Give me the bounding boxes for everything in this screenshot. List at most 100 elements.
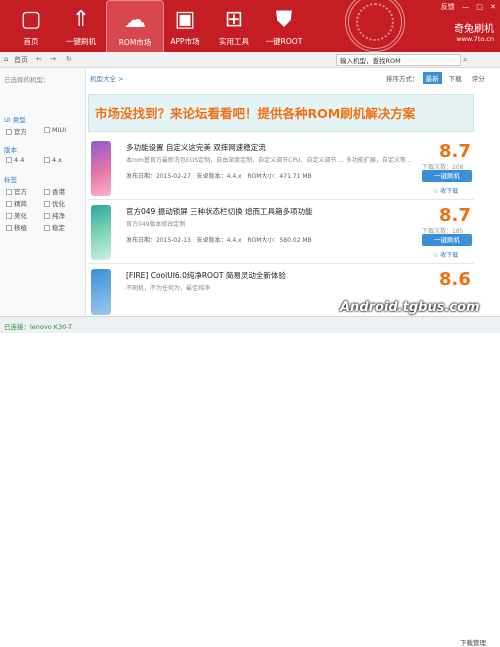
- filter-label: 4.x: [52, 156, 63, 164]
- breadcrumb[interactable]: 机型大全 >: [90, 73, 124, 83]
- close-icon[interactable]: ✕: [490, 3, 496, 11]
- maximize-icon[interactable]: □: [476, 3, 483, 11]
- nav-one-click-flash[interactable]: ⇑ 一键刷机: [52, 0, 110, 52]
- checkbox-icon: [6, 129, 12, 135]
- rom-score: 8.7: [439, 141, 471, 162]
- rom-list-panel: 机型大全 > 排序方式： 最新 下载 评分 市场没找到？来论坛看看吧！提供各种R…: [86, 68, 500, 316]
- checkbox-icon: [6, 225, 12, 231]
- home-icon: ▢: [20, 7, 42, 32]
- decorative-pattern-inner: [356, 3, 394, 41]
- one-click-flash-button[interactable]: 一键刷机: [422, 170, 472, 182]
- one-click-flash-button[interactable]: 一键刷机: [422, 234, 472, 246]
- filter-checkbox[interactable]: 稳定: [44, 222, 65, 232]
- filter-label: 优化: [52, 200, 65, 208]
- sort-label: 排序方式：: [386, 75, 419, 83]
- filter-checkbox[interactable]: 香港: [44, 186, 65, 196]
- filter-group-title: 版本: [4, 146, 17, 154]
- checkbox-icon: [44, 127, 50, 133]
- watermark: Android.tgbus.com: [340, 300, 480, 315]
- filter-checkbox[interactable]: 4.4: [6, 156, 24, 164]
- forward-icon[interactable]: →: [50, 55, 56, 63]
- rom-screenshot: [91, 141, 111, 196]
- rom-size: ROM大小：580.02 MB: [247, 237, 312, 244]
- nav-label: 一键刷机: [66, 37, 96, 46]
- checkbox-icon: [6, 213, 12, 219]
- feedback-button[interactable]: 反馈: [441, 3, 455, 11]
- shield-icon: ⛊: [275, 7, 293, 32]
- rom-card[interactable]: 官方049 振动锁屏 三种状态栏切换 熄而工具箱多项功能 官方049版本修改定制…: [88, 202, 474, 264]
- filter-label: 精简: [14, 200, 27, 208]
- toolbar-home-label[interactable]: 首页: [14, 55, 28, 65]
- rom-title[interactable]: 多功能设置 自定义这完美 双摔网速稳定流: [126, 142, 266, 153]
- rocket-icon: ⇑: [71, 7, 91, 32]
- checkbox-icon: [44, 189, 50, 195]
- filter-checkbox[interactable]: 精简: [6, 198, 27, 208]
- checkbox-icon: [6, 189, 12, 195]
- rom-title[interactable]: [FIRE] CoolUI6.0纯净ROOT 简易灵动全新体验: [126, 270, 286, 281]
- home-small-icon[interactable]: ⌂: [4, 55, 8, 63]
- status-bar: 已连接：lenovo K30-T 下载管理: [0, 316, 500, 647]
- rom-title[interactable]: 官方049 振动锁屏 三种状态栏切换 熄而工具箱多项功能: [126, 206, 312, 217]
- sort-rating[interactable]: 评分: [469, 72, 488, 84]
- brand-name: 奇兔刷机: [454, 24, 494, 35]
- filter-checkbox[interactable]: 优化: [44, 198, 65, 208]
- filter-group-title: 标签: [4, 176, 17, 184]
- download-link[interactable]: ☆ 收下载: [433, 250, 458, 259]
- rom-description: 不刷机，不为任何为，最佳纯净: [126, 285, 211, 292]
- checkbox-icon: [44, 213, 50, 219]
- search-input[interactable]: [336, 54, 461, 66]
- rom-size: ROM大小：471.71 MB: [247, 173, 312, 180]
- sort-newest[interactable]: 最新: [422, 72, 442, 84]
- rom-date: 发布日期：2015-02-13: [126, 237, 191, 244]
- filter-checkbox[interactable]: 官方: [6, 126, 27, 136]
- brand-logo: 奇兔刷机 www.7to.cn: [454, 20, 494, 43]
- rom-meta: 发布日期：2015-02-27 安卓版本：4.4.x ROM大小：471.71 …: [126, 171, 312, 180]
- checkbox-icon: [6, 201, 12, 207]
- rom-date: 发布日期：2015-02-27: [126, 173, 191, 180]
- filter-checkbox[interactable]: 官方: [6, 186, 27, 196]
- rom-android-version: 安卓版本：4.4.x: [196, 237, 242, 244]
- filter-label: 稳定: [52, 224, 65, 232]
- rom-meta: 发布日期：2015-02-13 安卓版本：4.4.x ROM大小：580.02 …: [126, 235, 312, 244]
- filter-label: 4.4: [14, 156, 25, 164]
- filter-checkbox[interactable]: MIUI: [44, 126, 66, 134]
- app-bag-icon: ▣: [174, 7, 196, 32]
- filter-label: 香港: [52, 188, 65, 196]
- filter-checkbox[interactable]: 美化: [6, 210, 27, 220]
- checkbox-icon: [6, 157, 12, 163]
- rom-score: 8.6: [439, 269, 471, 290]
- selected-model-label: 已选择的机型：: [4, 76, 50, 84]
- cloud-icon: ☁: [124, 8, 146, 33]
- rom-android-version: 安卓版本：4.4.x: [196, 173, 242, 180]
- checkbox-icon: [44, 157, 50, 163]
- filter-checkbox[interactable]: 纯净: [44, 210, 65, 220]
- sort-downloads[interactable]: 下载: [446, 72, 465, 84]
- filter-checkbox[interactable]: 移植: [6, 222, 27, 232]
- rom-description: 本rom基官方最新洗包EOS定制，自由深度定制，自定义调节CPU，自定义调节 .…: [126, 157, 412, 164]
- checkbox-icon: [44, 225, 50, 231]
- rom-screenshot: [91, 205, 111, 260]
- filter-checkbox[interactable]: 4.x: [44, 156, 62, 164]
- rom-card[interactable]: 多功能设置 自定义这完美 双摔网速稳定流 本rom基官方最新洗包EOS定制，自由…: [88, 138, 474, 200]
- back-icon[interactable]: ←: [36, 55, 42, 63]
- rom-score: 8.7: [439, 205, 471, 226]
- nav-label: 一键ROOT: [265, 37, 303, 46]
- search-icon[interactable]: ⌕: [463, 55, 467, 65]
- download-manager-button[interactable]: 下载管理: [460, 637, 486, 647]
- brand-url: www.7to.cn: [456, 35, 494, 43]
- filter-label: 纯净: [52, 212, 65, 220]
- forum-banner[interactable]: 市场没找到？来论坛看看吧！提供各种ROM刷机解决方案: [88, 94, 474, 132]
- nav-one-click-root[interactable]: ⛊ 一键ROOT: [255, 0, 313, 52]
- refresh-icon[interactable]: ↻: [66, 55, 72, 63]
- filter-label: 移植: [14, 224, 27, 232]
- rom-screenshot: [91, 269, 111, 315]
- filter-label: MIUI: [52, 126, 67, 134]
- download-link[interactable]: ☆ 收下载: [433, 186, 458, 195]
- address-toolbar: ⌂ 首页 ← → ↻ ⌕: [0, 52, 500, 68]
- nav-label: ROM市场: [118, 38, 152, 47]
- window-controls: 反馈 — □ ✕: [436, 2, 496, 12]
- minimize-icon[interactable]: —: [462, 3, 469, 11]
- filter-sidebar: 已选择的机型： UI 类型 官方 MIUI 版本 4.4 4.x 标签 官方 香…: [0, 68, 86, 316]
- rom-description: 官方049版本修改定制: [126, 221, 186, 228]
- connection-status: 已连接：lenovo K30-T: [4, 323, 73, 331]
